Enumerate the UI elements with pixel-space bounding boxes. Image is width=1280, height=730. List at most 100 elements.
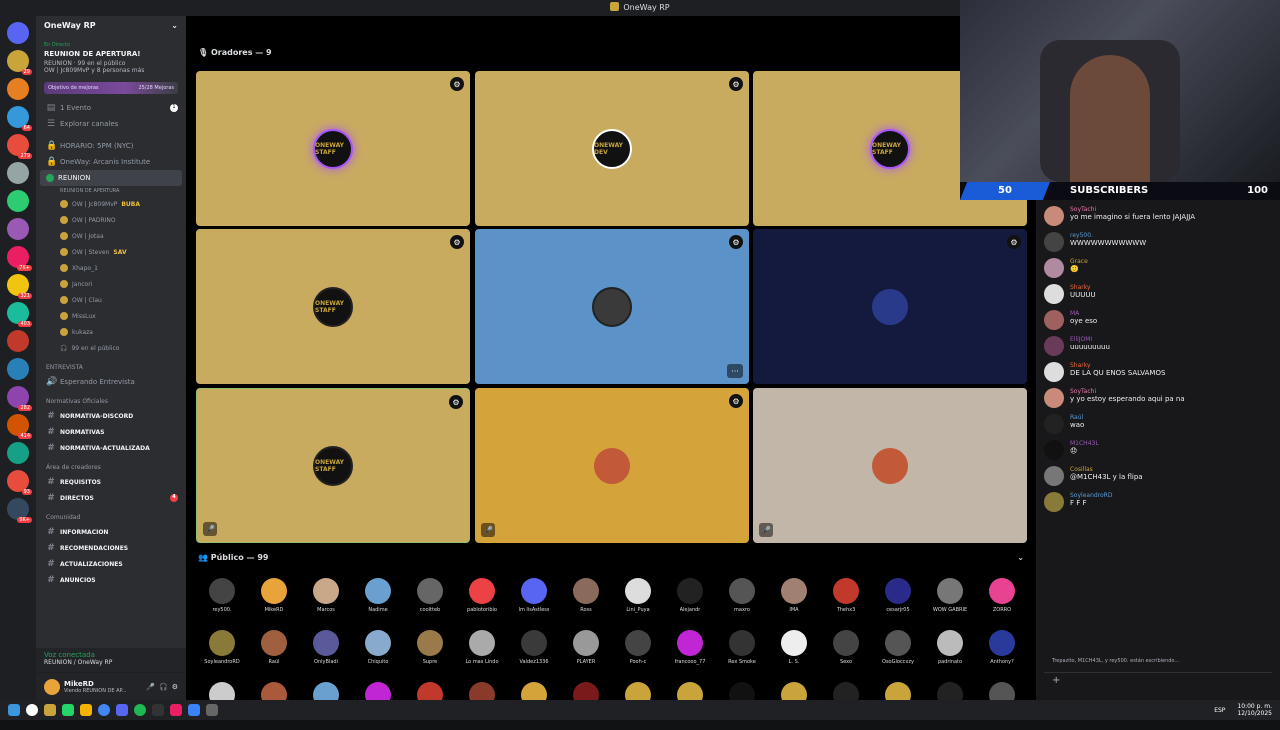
server-icon[interactable] (7, 330, 29, 352)
audience-member[interactable]: Raúl (248, 630, 300, 678)
chat-username[interactable]: Raúl (1070, 414, 1084, 421)
stage-member[interactable]: OW | Jc809MvP BUBA (36, 196, 186, 212)
stage-member[interactable]: OW | Steven SAV (36, 244, 186, 260)
channel-actualizaciones[interactable]: # ACTUALIZACIONES (36, 556, 186, 572)
audience-member[interactable]: IMA (768, 578, 820, 626)
audience-member[interactable]: OnlyBladi (300, 630, 352, 678)
channel-arcanis[interactable]: 🔒 OneWay: Arcanis Institute (36, 154, 186, 170)
spotify-icon[interactable] (134, 704, 146, 716)
chat-username[interactable]: SoyTachi (1070, 206, 1195, 213)
audience-member[interactable]: Rex Smoke (716, 630, 768, 678)
channel-informacion[interactable]: # INFORMACION (36, 524, 186, 540)
channel-schedule[interactable]: 🔒 HORARIO: 5PM (NYC) (36, 138, 186, 154)
audience-member[interactable]: pablotoribio (456, 578, 508, 626)
obs-icon[interactable] (152, 704, 164, 716)
chat-username[interactable]: SoyleandroRD (1070, 492, 1112, 499)
server-icon[interactable]: 64 (7, 106, 32, 131)
more-options-icon[interactable]: ··· (727, 364, 743, 378)
voice-connection-panel[interactable]: Voz conectada REUNION / OneWay RP (36, 648, 186, 672)
server-icon[interactable]: 282 (7, 386, 32, 411)
stage-member[interactable]: Xhapo_1 (36, 260, 186, 276)
channel-normativa-actualizada[interactable]: # NORMATIVA-ACTUALIZADA (36, 440, 186, 456)
chat-input[interactable]: + (1044, 672, 1272, 692)
events-link[interactable]: ▤ 1 Evento 1 (36, 100, 186, 116)
server-icon[interactable]: 403 (7, 302, 32, 327)
audience-member[interactable]: rey500. (196, 578, 248, 626)
server-header[interactable]: OneWay RP ⌄ (36, 16, 186, 40)
server-icon[interactable] (7, 442, 29, 464)
audience-member[interactable]: Supre (404, 630, 456, 678)
channel-recomendaciones[interactable]: # RECOMENDACIONES (36, 540, 186, 556)
server-icon[interactable]: 279 (7, 134, 32, 159)
app3-icon[interactable] (188, 704, 200, 716)
category-normativas[interactable]: Normativas Oficiales (36, 394, 186, 408)
audience-member[interactable]: Alejandr (664, 578, 716, 626)
app2-icon[interactable] (170, 704, 182, 716)
server-icon[interactable] (7, 358, 29, 380)
speaker-tile[interactable]: ONEWAY DEV ⚙ (475, 71, 749, 226)
headphones-icon[interactable]: 🎧 (159, 683, 168, 691)
chat-username[interactable]: Sharky (1070, 284, 1096, 291)
channel-esperando[interactable]: 🔊 Esperando Entrevista (36, 374, 186, 390)
audience-member[interactable]: padrinato (924, 630, 976, 678)
discord-icon[interactable] (116, 704, 128, 716)
windows-start-icon[interactable] (8, 704, 20, 716)
chevron-down-icon[interactable]: ⌄ (171, 21, 178, 35)
server-icon[interactable]: 93 (7, 470, 32, 495)
server-icon[interactable]: 7K+ (7, 246, 32, 271)
channel-anuncios[interactable]: # ANUNCIOS (36, 572, 186, 588)
stage-member[interactable]: OW | Jotaa (36, 228, 186, 244)
speaker-tile[interactable]: ONEWAY STAFF ⚙ (196, 71, 470, 226)
folder-icon[interactable] (80, 704, 92, 716)
explore-channels-link[interactable]: ☰ Explorar canales (36, 116, 186, 132)
audience-member[interactable]: ZORRO (976, 578, 1028, 626)
channel-requisitos[interactable]: # REQUISITOS (36, 474, 186, 490)
audience-member[interactable]: SoyleandroRD (196, 630, 248, 678)
server-icon[interactable] (7, 162, 29, 184)
plus-icon[interactable]: + (1052, 675, 1060, 686)
audience-member[interactable]: OsoGloccxzy (872, 630, 924, 678)
channel-normativa-discord[interactable]: # NORMATIVA-DISCORD (36, 408, 186, 424)
audience-member[interactable]: Ross (560, 578, 612, 626)
chat-username[interactable]: MA (1070, 310, 1097, 317)
server-icon[interactable]: 414 (7, 414, 32, 439)
stage-member[interactable]: OW | Clau (36, 292, 186, 308)
app-icon[interactable] (44, 704, 56, 716)
language-indicator[interactable]: ESP (1214, 707, 1225, 714)
audience-member[interactable]: Sexo (820, 630, 872, 678)
whatsapp-icon[interactable] (62, 704, 74, 716)
audience-member[interactable]: WOW GABRIE (924, 578, 976, 626)
speaker-tile[interactable]: ONEWAY STAFF ⚙ (196, 229, 470, 384)
audience-member[interactable]: PLAYER (560, 630, 612, 678)
chat-username[interactable]: SoyTachi (1070, 388, 1185, 395)
server-icon[interactable] (7, 218, 29, 240)
boost-goal-bar[interactable]: Objetivo de mejoras 25/28 Mejoras (44, 82, 178, 94)
audience-member[interactable]: Nadime (352, 578, 404, 626)
user-panel[interactable]: MikeRD Viendo REUNION DE AP... 🎤 🎧 ⚙ (36, 672, 186, 700)
mic-muted-icon[interactable]: 🎤 (146, 683, 155, 691)
audience-member[interactable]: MikeRD (248, 578, 300, 626)
audience-member[interactable]: francooo_77 (664, 630, 716, 678)
category-creadores[interactable]: Área de creadores (36, 460, 186, 474)
speaker-tile[interactable]: 🎤 (753, 388, 1027, 543)
server-icon[interactable]: 29 (7, 50, 32, 75)
audience-count[interactable]: 🎧 99 en el público (36, 340, 186, 356)
chrome-icon[interactable] (98, 704, 110, 716)
chat-username[interactable]: Grace (1070, 258, 1088, 265)
chat-username[interactable]: M1CH43L (1070, 440, 1099, 447)
category-entrevista[interactable]: ENTREVISTA (36, 360, 186, 374)
speaker-tile[interactable]: ⚙ 🎤 (475, 388, 749, 543)
chat-username[interactable]: ElliJOMI (1070, 336, 1110, 343)
audience-member[interactable]: maxro (716, 578, 768, 626)
audience-member[interactable]: Lo mas Lindo (456, 630, 508, 678)
audience-member[interactable]: Im lisAstless (508, 578, 560, 626)
stage-member[interactable]: kukaza (36, 324, 186, 340)
server-icon[interactable]: 321 (7, 274, 32, 299)
chat-username[interactable]: rey500. (1070, 232, 1146, 239)
audience-member[interactable]: Chiquito (352, 630, 404, 678)
avatar[interactable] (44, 678, 60, 695)
stage-member[interactable]: OW | PADRINO (36, 212, 186, 228)
audience-member[interactable]: Lini_Puya (612, 578, 664, 626)
audience-member[interactable]: Marcos (300, 578, 352, 626)
server-icon[interactable] (7, 22, 29, 44)
